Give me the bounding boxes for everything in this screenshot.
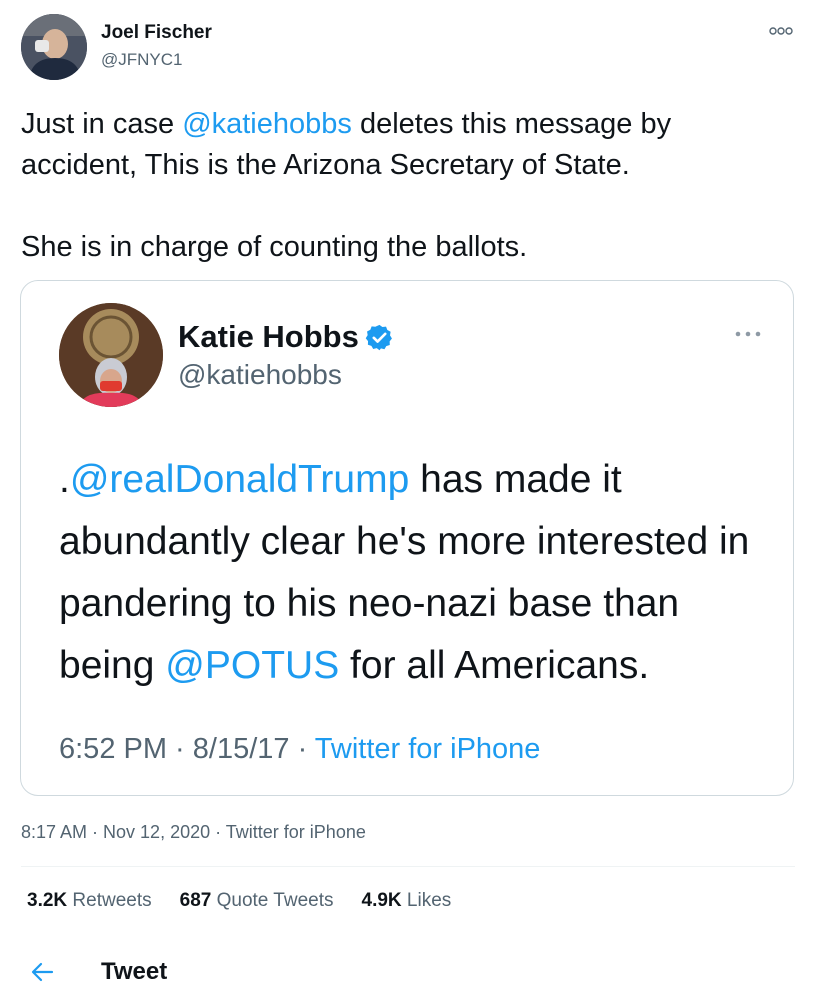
tweet-text-part: deletes this message by xyxy=(351,108,672,140)
quote-tweets-count: 687 xyxy=(179,890,212,911)
tweet-line-3: She is in charge of counting the ballots… xyxy=(21,231,528,263)
quoted-text-part: for all Americans. xyxy=(339,644,650,687)
quoted-text-part: . xyxy=(59,458,70,501)
quoted-timestamp: 6:52 PM · 8/15/17 · Twitter for iPhone xyxy=(59,733,540,766)
more-icon[interactable] xyxy=(768,21,794,41)
mention-link[interactable]: @realDonaldTrump xyxy=(70,458,409,501)
tweet-text: Just in case @katiehobbs deletes this me… xyxy=(21,104,781,268)
likes-label: Likes xyxy=(401,890,452,911)
tweet-line-1: Just in case @katiehobbs deletes this me… xyxy=(21,104,781,145)
quote-tweets-label: Quote Tweets xyxy=(211,890,334,911)
quoted-text: .@realDonaldTrump has made it abundantly… xyxy=(59,449,779,697)
verified-badge-icon xyxy=(365,324,392,350)
back-arrow-icon[interactable] xyxy=(28,958,56,986)
divider xyxy=(21,866,795,867)
quoted-tweet-card[interactable]: Katie Hobbs @katiehobbs .@realDonaldTrum… xyxy=(20,280,794,796)
retweets-label: Retweets xyxy=(67,890,152,911)
author-name[interactable]: Joel Fischer xyxy=(101,22,212,44)
more-icon[interactable] xyxy=(733,327,763,341)
mention-link[interactable]: @katiehobbs xyxy=(182,108,352,140)
retweets-stat[interactable]: 3.2K Retweets xyxy=(27,890,152,912)
tweet-text-part: Just in case xyxy=(21,108,183,140)
mention-link[interactable]: @POTUS xyxy=(165,644,339,687)
author-avatar[interactable] xyxy=(21,14,87,80)
quote-tweets-stat[interactable]: 687 Quote Tweets xyxy=(180,890,334,912)
likes-stat[interactable]: 4.9K Likes xyxy=(362,890,452,912)
quoted-handle[interactable]: @katiehobbs xyxy=(178,359,342,391)
engagement-stats: 3.2K Retweets 687 Quote Tweets 4.9K Like… xyxy=(27,890,451,912)
retweets-count: 3.2K xyxy=(27,890,68,911)
page-title: Tweet xyxy=(101,958,168,985)
quoted-name-text[interactable]: Katie Hobbs xyxy=(178,319,359,355)
tweet-line-2: accident, This is the Arizona Secretary … xyxy=(21,149,630,181)
quoted-avatar[interactable] xyxy=(59,303,163,407)
quoted-name[interactable]: Katie Hobbs xyxy=(178,319,394,355)
author-handle[interactable]: @JFNYC1 xyxy=(101,50,183,70)
likes-count: 4.9K xyxy=(361,890,402,911)
quoted-source-link[interactable]: Twitter for iPhone xyxy=(315,733,541,765)
tweet-timestamp[interactable]: 8:17 AM · Nov 12, 2020 · Twitter for iPh… xyxy=(21,822,366,843)
quoted-time: 6:52 PM · 8/15/17 · xyxy=(59,733,315,765)
